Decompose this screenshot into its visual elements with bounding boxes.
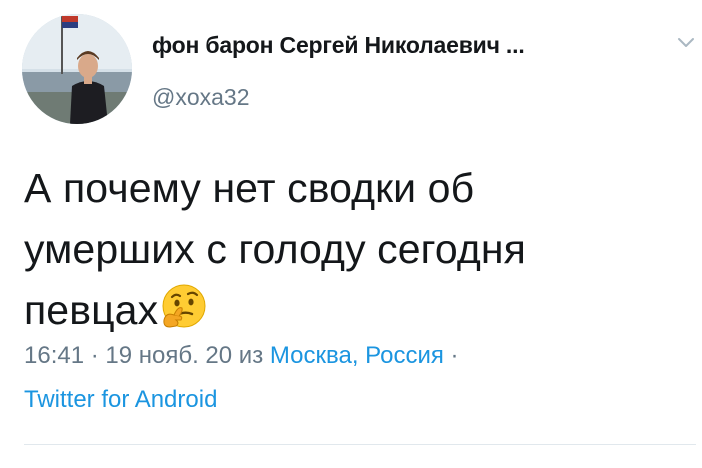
tweet-card: фон барон Сергей Николаевич ... @xoxa32 … [0, 0, 702, 468]
user-handle[interactable]: @xoxa32 [152, 84, 250, 111]
tweet-date[interactable]: 19 нояб. 20 [105, 342, 232, 369]
tweet-text-segment: певцах [24, 287, 159, 333]
tweet-text-segment: умерших с голоду сегодня [24, 226, 526, 272]
tweet-text: А почему нет сводки об умерших с голоду … [24, 158, 674, 341]
meta-from-label: из [232, 342, 270, 369]
chevron-down-icon[interactable] [676, 36, 696, 50]
meta-separator: · [443, 342, 459, 369]
tweet-text-line: певцах [24, 280, 674, 341]
client-link[interactable]: Twitter for Android [24, 386, 217, 413]
display-name[interactable]: фон барон Сергей Николаевич ... [152, 32, 525, 59]
avatar-photo [22, 14, 132, 124]
tweet-client: Twitter for Android [24, 386, 217, 414]
location-link[interactable]: Москва, Россия [270, 342, 444, 369]
tweet-time[interactable]: 16:41 [24, 342, 84, 369]
avatar[interactable] [22, 14, 132, 124]
thinking-face-icon [162, 284, 206, 328]
divider [24, 444, 696, 445]
tweet-meta: 16:41 · 19 нояб. 20 из Москва, Россия · [24, 342, 459, 370]
tweet-text-line: А почему нет сводки об [24, 165, 475, 211]
tweet-text-line: умерших с голоду сегодня [24, 219, 674, 280]
meta-separator: · [84, 342, 106, 369]
